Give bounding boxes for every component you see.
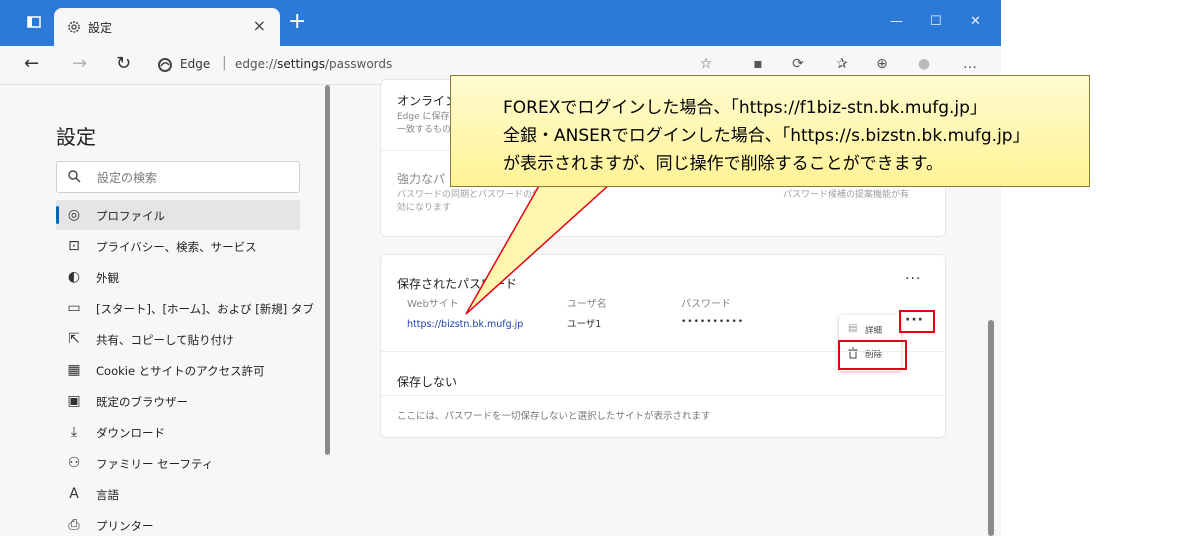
search-placeholder: 設定の検索: [97, 171, 158, 185]
sidebar-item-label: [スタート]、[ホーム]、および [新規] タブ: [96, 302, 314, 316]
strong-password-desc: パスワードの同期とパスワードの保存を: [397, 190, 560, 200]
language-icon: A: [69, 486, 79, 502]
tab-settings[interactable]: 設定 ×: [54, 8, 280, 46]
content-scrollbar[interactable]: [988, 320, 994, 536]
sidebar-item-label: Cookie とサイトのアクセス許可: [96, 364, 265, 378]
details-icon: ▤: [848, 323, 858, 334]
printer-icon: ⎙: [68, 517, 80, 533]
avatar[interactable]: ●: [916, 56, 932, 72]
sidebar-item-label: 既定のブラウザー: [96, 395, 188, 409]
close-window-button[interactable]: ✕: [970, 14, 981, 29]
sidebar-item-profile[interactable]: ◎ プロファイル: [56, 200, 300, 230]
sidebar-item-label: 言語: [96, 488, 119, 502]
more-actions-highlight: [899, 310, 935, 333]
address-brand: Edge: [180, 57, 211, 71]
cookie-icon: ▦: [67, 362, 81, 378]
delete-highlight: [838, 340, 907, 370]
strong-password-title: 強力なパ: [397, 172, 446, 186]
address-url[interactable]: edge://settings/passwords: [235, 57, 392, 71]
column-header-user: ユーザ名: [567, 299, 607, 310]
annotation-callout: FOREXでログインした場合、「https://f1biz-stn.bk.muf…: [450, 75, 1090, 187]
gear-icon: [68, 21, 80, 33]
online-setting-desc: Edge に保存: [397, 112, 450, 122]
menu-item-details[interactable]: 詳細: [865, 324, 882, 336]
appearance-icon: ◐: [67, 269, 81, 285]
sidebar-item-downloads[interactable]: ⤓ ダウンロード: [56, 417, 300, 447]
sidebar-item-label: 外観: [96, 271, 119, 285]
sidebar-item-printer[interactable]: ⎙ プリンター: [56, 510, 300, 536]
sidebar-item-label: ファミリー セーフティ: [96, 457, 214, 471]
sidebar-item-cookies[interactable]: ▦ Cookie とサイトのアクセス許可: [56, 355, 300, 385]
saved-password-mask: ••••••••••: [681, 317, 745, 327]
download-icon: ⤓: [70, 424, 78, 440]
sidebar-item-privacy[interactable]: ⊡ プライバシー、検索、サービス: [56, 231, 300, 261]
url-path-bold: settings: [277, 57, 325, 71]
divider: [381, 395, 945, 396]
never-saved-title: 保存しない: [397, 375, 458, 389]
minimize-button[interactable]: —: [890, 14, 903, 29]
sidebar-item-share[interactable]: ⇱ 共有、コピーして貼り付け: [56, 324, 300, 354]
search-icon: [68, 170, 81, 183]
address-separator: |: [222, 55, 227, 71]
sidebar-item-appearance[interactable]: ◐ 外観: [56, 262, 300, 292]
column-header-password: パスワード: [681, 299, 731, 310]
new-tab-button[interactable]: +: [288, 9, 306, 35]
sidebar-item-label: 共有、コピーして貼り付け: [96, 333, 234, 347]
tab-close-button[interactable]: ×: [253, 17, 266, 35]
saved-site-link[interactable]: https://bizstn.bk.mufg.jp: [407, 318, 523, 331]
maximize-button[interactable]: ☐: [930, 14, 942, 29]
never-saved-desc: ここには、パスワードを一切保存しないと選択したサイトが表示されます: [397, 411, 711, 422]
saved-username: ユーザ1: [567, 319, 602, 330]
back-button[interactable]: ←: [24, 54, 39, 74]
saved-more-icon[interactable]: ···: [905, 271, 921, 287]
edge-logo-icon: [158, 58, 172, 72]
active-indicator: [56, 206, 59, 224]
page-title: 設定: [56, 125, 96, 149]
callout-line-3: が表示されますが、同じ操作で削除することができます。: [503, 154, 943, 174]
sidebar-item-start-home[interactable]: ▭ [スタート]、[ホーム]、および [新規] タブ: [56, 293, 314, 323]
tab-title: 設定: [88, 21, 113, 35]
share-icon: ⇱: [68, 331, 80, 347]
sidebar-item-default-browser[interactable]: ▣ 既定のブラウザー: [56, 386, 300, 416]
column-header-site: Webサイト: [407, 299, 459, 310]
more-menu-icon[interactable]: …: [962, 56, 978, 72]
sidebar-item-label: プロファイル: [96, 209, 165, 223]
extensions-icon[interactable]: ⟳: [790, 56, 806, 72]
favorites-icon[interactable]: ✰: [834, 56, 850, 72]
forward-button[interactable]: →: [72, 54, 87, 74]
browser-icon: ▣: [67, 393, 81, 409]
strong-password-desc-b: パスワード候補の提案機能が有: [783, 190, 910, 200]
url-prefix: edge://: [235, 57, 278, 71]
family-icon: ⚇: [67, 455, 81, 471]
sidebar-item-language[interactable]: A 言語: [56, 479, 300, 509]
lock-icon: ⊡: [68, 238, 80, 254]
saved-passwords-title: 保存されたパスワード: [397, 277, 518, 291]
window-tabs-icon[interactable]: [26, 14, 42, 30]
profile-icon: ◎: [67, 207, 81, 223]
collections-icon[interactable]: ▪: [750, 56, 766, 72]
collections-add-icon[interactable]: ⊕: [874, 56, 890, 72]
settings-sidebar: 設定 設定の検索 ◎ プロファイル ⊡ プライバシー、検索、サービス ◐ 外観 …: [0, 85, 330, 536]
refresh-button[interactable]: ↻: [116, 54, 131, 74]
sidebar-item-family[interactable]: ⚇ ファミリー セーフティ: [56, 448, 300, 478]
strong-password-desc-2: 効になります: [397, 203, 452, 213]
sidebar-item-label: ダウンロード: [96, 426, 165, 440]
title-bar: 設定 × + — ☐ ✕: [0, 0, 1001, 46]
search-input[interactable]: 設定の検索: [56, 161, 300, 193]
online-setting-desc-2: 一致するもの: [397, 125, 452, 135]
callout-line-1: FOREXでログインした場合、「https://f1biz-stn.bk.muf…: [503, 98, 987, 118]
callout-line-2: 全銀・ANSERでログインした場合、「https://s.bizstn.bk.m…: [503, 126, 1030, 146]
online-setting-title: オンライン: [397, 94, 458, 108]
favorite-star-icon[interactable]: ☆: [698, 56, 714, 72]
url-suffix: /passwords: [325, 57, 393, 71]
home-icon: ▭: [67, 300, 81, 316]
sidebar-item-label: プリンター: [96, 519, 154, 533]
sidebar-item-label: プライバシー、検索、サービス: [96, 240, 257, 254]
